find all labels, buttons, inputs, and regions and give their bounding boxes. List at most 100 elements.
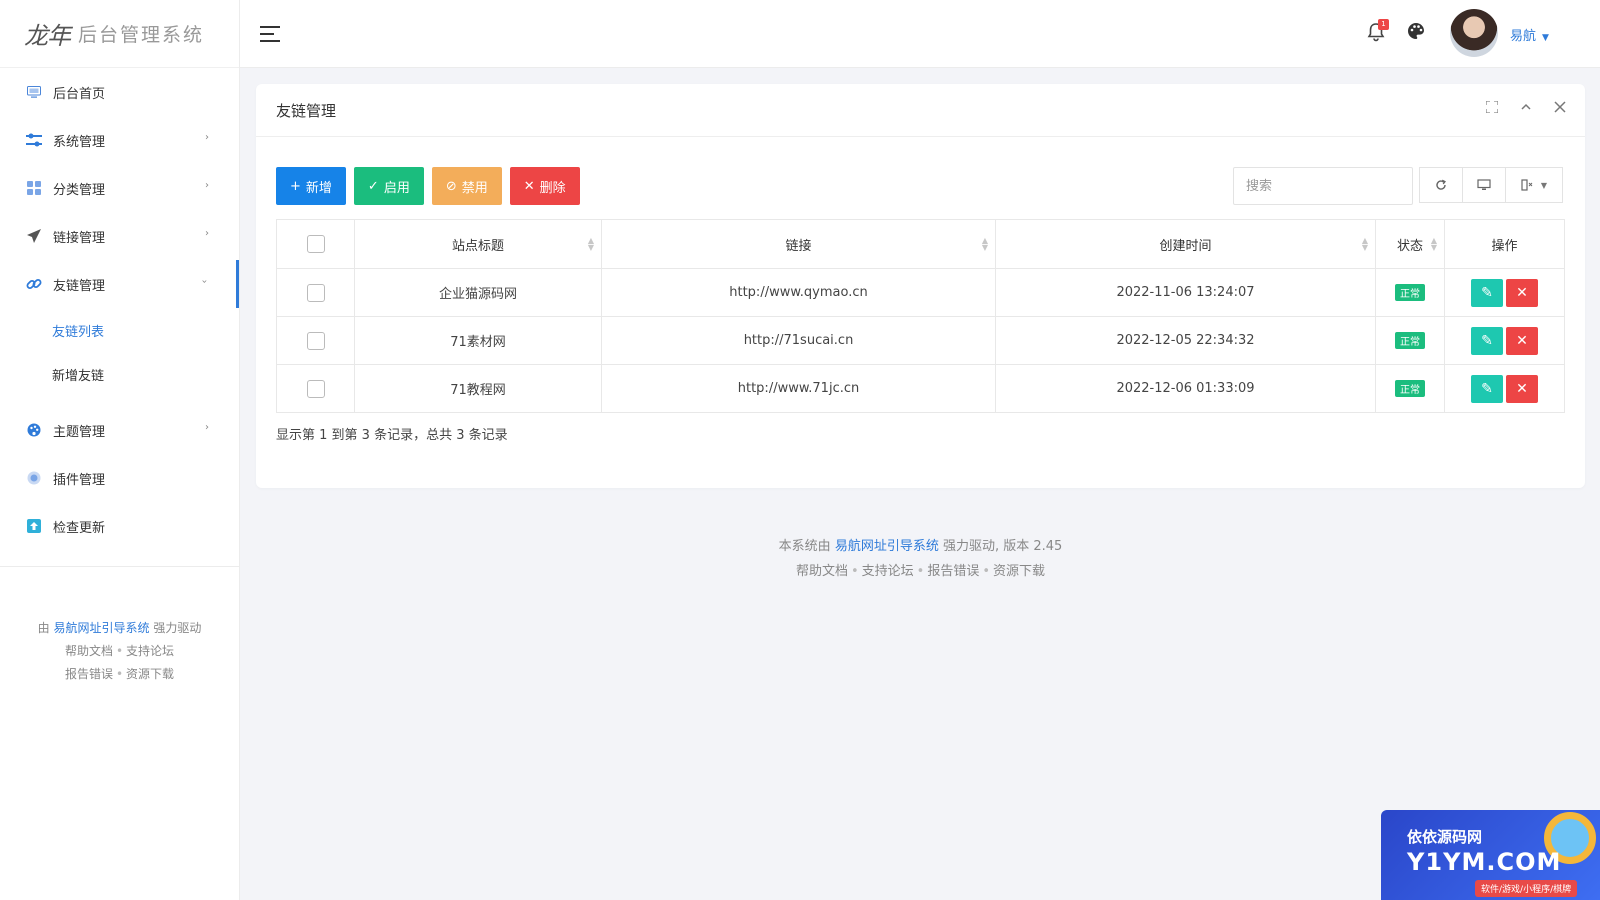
fullscreen-icon[interactable] — [1485, 100, 1499, 115]
collapse-icon[interactable] — [1519, 101, 1533, 115]
pencil-icon: ✎ — [1481, 332, 1493, 348]
watermark-tagline: 软件/游戏/小程序/棋牌 — [1475, 880, 1578, 897]
chevron-right-icon: › — [205, 228, 209, 239]
help-docs-link[interactable]: 帮助文档 — [65, 644, 113, 658]
ban-icon: ⊘ — [445, 178, 457, 194]
search-input[interactable] — [1233, 167, 1413, 205]
edit-button[interactable]: ✎ — [1471, 278, 1503, 307]
sidebar-item-themes[interactable]: 主题管理 › — [0, 406, 239, 454]
resource-download-link[interactable]: 资源下载 — [126, 667, 174, 681]
sidebar-footer: 由 易航网址引导系统 强力驱动 帮助文档 • 支持论坛 报告错误 • 资源下载 — [0, 617, 239, 686]
powered-by-link[interactable]: 易航网址引导系统 — [53, 621, 149, 635]
row-checkbox[interactable] — [306, 379, 325, 398]
user-menu[interactable]: 易航 ▼ — [1510, 25, 1549, 44]
upload-icon — [26, 518, 42, 534]
submenu-item-add-friendlink[interactable]: 新增友链 — [0, 352, 239, 396]
status-badge[interactable]: 正常 — [1395, 284, 1425, 301]
edit-button[interactable]: ✎ — [1471, 374, 1503, 403]
powered-by-link[interactable]: 易航网址引导系统 — [835, 539, 939, 554]
site-link[interactable]: http://71sucai.cn — [601, 316, 996, 365]
site-link[interactable]: http://www.71jc.cn — [601, 364, 996, 413]
status-badge[interactable]: 正常 — [1395, 380, 1425, 397]
help-docs-link[interactable]: 帮助文档 — [796, 564, 848, 579]
caret-down-icon: ▼ — [1542, 33, 1549, 43]
chevron-right-icon: › — [205, 422, 209, 433]
sidebar-item-label: 检查更新 — [53, 520, 106, 536]
sidebar-item-updates[interactable]: 检查更新 — [0, 502, 239, 550]
site-link[interactable]: http://www.qymao.cn — [601, 268, 996, 317]
watermark-domain: Y1YM.COM — [1407, 848, 1562, 876]
grid-icon — [26, 180, 42, 196]
column-header-title[interactable]: 站点标题 ▲ ▼ — [354, 219, 602, 269]
actions-cell: ✎ ✕ — [1444, 364, 1565, 413]
support-forum-link[interactable]: 支持论坛 — [126, 644, 174, 658]
add-button[interactable]: + 新增 — [276, 167, 346, 205]
separator-dot: • — [850, 564, 859, 579]
refresh-icon[interactable] — [1419, 167, 1463, 203]
submenu-item-friendlink-list[interactable]: 友链列表 — [0, 308, 239, 352]
column-header-status[interactable]: 状态 ▲ ▼ — [1375, 219, 1445, 269]
column-header-actions: 操作 — [1444, 219, 1565, 269]
row-checkbox[interactable] — [306, 331, 325, 350]
avatar[interactable] — [1450, 9, 1498, 57]
status-badge[interactable]: 正常 — [1395, 332, 1425, 349]
page-footer: 本系统由 易航网址引导系统 强力驱动, 版本 2.45 帮助文档 • 支持论坛 • 报告… — [256, 534, 1585, 584]
status-cell: 正常 — [1375, 316, 1445, 365]
sidebar-item-label: 分类管理 — [53, 182, 106, 198]
select-all-checkbox[interactable] — [306, 235, 325, 253]
delete-button[interactable]: ✕ 删除 — [509, 167, 580, 205]
sidebar-item-category[interactable]: 分类管理 › — [0, 164, 239, 212]
friendlinks-panel: 友链管理 +新增 ✓启用 ⊘禁用 ✕删除 ▼ — [256, 84, 1585, 488]
row-delete-button[interactable]: ✕ — [1506, 278, 1538, 307]
created-time-cell: 2022-12-05 22:34:32 — [995, 316, 1376, 365]
sidebar-menu: 后台首页 系统管理 › 分类管理 › 链接管理 › 友链管理 › 友链列表 新增… — [0, 68, 239, 550]
table-tools: ▼ — [1419, 167, 1563, 203]
edit-button[interactable]: ✎ — [1471, 326, 1503, 355]
watermark-banner: 依依源码网 Y1YM.COM 软件/游戏/小程序/棋牌 — [1381, 810, 1600, 900]
close-icon: ✕ — [1516, 380, 1528, 396]
separator-dot: • — [982, 564, 991, 579]
chevron-down-icon: › — [198, 279, 210, 284]
resource-download-link[interactable]: 资源下载 — [993, 564, 1045, 579]
column-header-label: 操作 — [1491, 238, 1518, 254]
footer-prefix: 本系统由 — [778, 539, 831, 554]
theme-palette-icon[interactable] — [1407, 22, 1427, 42]
sidebar-item-system[interactable]: 系统管理 › — [0, 116, 239, 164]
sidebar-item-links[interactable]: 链接管理 › — [0, 212, 239, 260]
disable-button[interactable]: ⊘ 禁用 — [431, 167, 502, 205]
close-icon: ✕ — [1516, 332, 1528, 348]
card-view-icon[interactable] — [1462, 167, 1506, 203]
column-header-label: 链接 — [785, 238, 812, 254]
sliders-icon — [26, 132, 42, 148]
row-select-cell — [276, 316, 355, 365]
column-header-created[interactable]: 创建时间 ▲ ▼ — [995, 219, 1376, 269]
pencil-icon: ✎ — [1481, 380, 1493, 396]
row-select-cell — [276, 364, 355, 413]
row-checkbox[interactable] — [306, 283, 325, 302]
menu-toggle-icon[interactable] — [260, 26, 280, 42]
enable-button[interactable]: ✓ 启用 — [353, 167, 424, 205]
separator-dot: • — [115, 667, 124, 681]
add-button-label: 新增 — [305, 180, 332, 196]
support-forum-link[interactable]: 支持论坛 — [862, 564, 914, 579]
row-delete-button[interactable]: ✕ — [1506, 326, 1538, 355]
sidebar-item-home[interactable]: 后台首页 — [0, 68, 239, 116]
sidebar-item-label: 主题管理 — [53, 424, 106, 440]
sidebar-item-plugins[interactable]: 插件管理 — [0, 454, 239, 502]
sidebar-item-label: 链接管理 — [53, 230, 106, 246]
row-delete-button[interactable]: ✕ — [1506, 374, 1538, 403]
chevron-right-icon: › — [205, 132, 209, 143]
columns-toggle-icon[interactable]: ▼ — [1505, 167, 1563, 203]
delete-button-label: 删除 — [539, 180, 566, 196]
sidebar-item-friendlinks[interactable]: 友链管理 › — [0, 260, 239, 308]
chevron-right-icon: › — [205, 180, 209, 191]
username: 易航 — [1510, 29, 1537, 44]
paper-plane-icon — [26, 228, 42, 244]
report-error-link[interactable]: 报告错误 — [65, 667, 113, 681]
logo[interactable]: 龙年 后台管理系统 — [0, 0, 239, 68]
report-error-link[interactable]: 报告错误 — [927, 564, 979, 579]
sidebar-divider — [0, 566, 239, 567]
table-row: 71素材网 http://71sucai.cn 2022-12-05 22:34… — [276, 316, 1565, 365]
close-icon[interactable] — [1553, 101, 1567, 115]
column-header-link[interactable]: 链接 ▲ ▼ — [601, 219, 996, 269]
